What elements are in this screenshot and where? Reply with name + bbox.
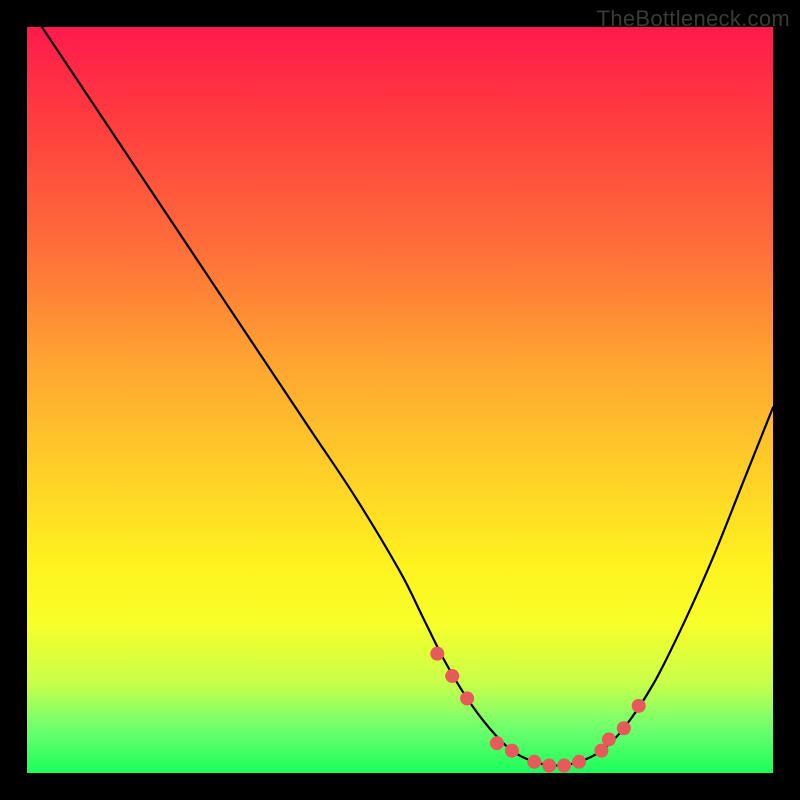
marker-dot bbox=[572, 755, 586, 769]
bottleneck-chart bbox=[27, 27, 773, 773]
marker-dot bbox=[430, 647, 444, 661]
marker-dot bbox=[527, 755, 541, 769]
marker-dot bbox=[542, 759, 556, 773]
marker-dot bbox=[632, 699, 646, 713]
marker-dot bbox=[460, 691, 474, 705]
marker-dot bbox=[490, 736, 504, 750]
marker-dot bbox=[445, 669, 459, 683]
marker-dot bbox=[617, 721, 631, 735]
marker-dot bbox=[602, 732, 616, 746]
marker-dot-group bbox=[430, 647, 645, 773]
marker-dot bbox=[557, 759, 571, 773]
marker-dot bbox=[505, 744, 519, 758]
bottleneck-curve bbox=[42, 27, 773, 766]
